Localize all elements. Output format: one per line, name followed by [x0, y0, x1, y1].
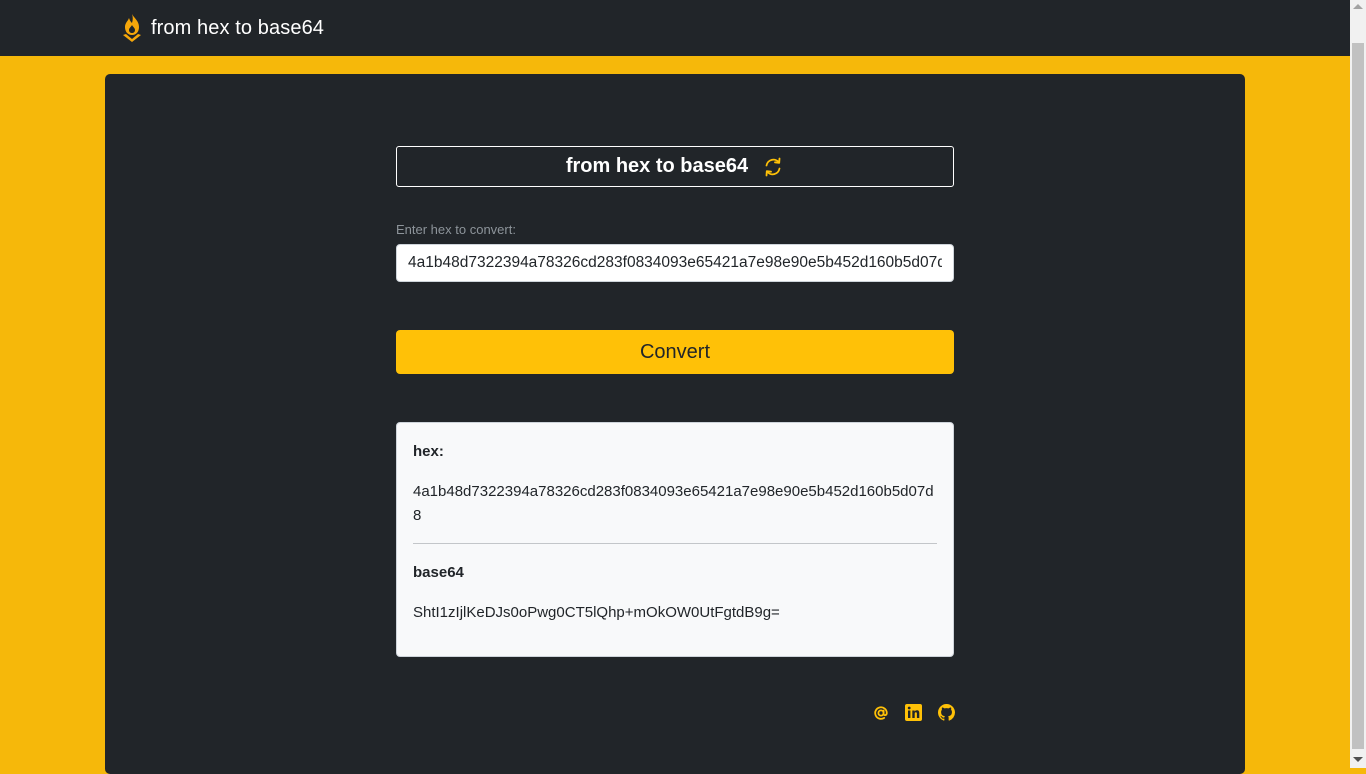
social-links	[873, 704, 955, 721]
result-hex-label: hex:	[413, 443, 444, 460]
scrollbar-thumb[interactable]	[1352, 43, 1364, 749]
result-panel: hex: 4a1b48d7322394a78326cd283f0834093e6…	[396, 422, 954, 657]
hex-input[interactable]	[396, 244, 954, 282]
converter-title-box: from hex to base64	[396, 146, 954, 187]
scroll-up-arrow-icon[interactable]	[1353, 4, 1363, 9]
at-email-icon[interactable]	[873, 705, 889, 721]
result-base64-value: ShtI1zIjlKeDJs0oPwg0CT5lQhp+mOkOW0UtFgtd…	[413, 604, 780, 621]
linkedin-icon[interactable]	[905, 704, 922, 721]
brand-title: from hex to base64	[151, 16, 325, 39]
scroll-down-arrow-icon[interactable]	[1353, 757, 1363, 762]
converter-title: from hex to base64	[565, 155, 749, 177]
convert-button[interactable]: Convert	[396, 330, 954, 374]
flame-logo-icon	[121, 13, 143, 43]
result-base64-label: base64	[413, 564, 464, 581]
result-divider	[413, 543, 937, 544]
hex-input-label: Enter hex to convert:	[396, 222, 516, 237]
navbar-brand[interactable]: from hex to base64	[121, 13, 324, 43]
github-icon[interactable]	[938, 704, 955, 721]
result-hex-value: 4a1b48d7322394a78326cd283f0834093e65421a…	[413, 483, 934, 524]
navbar: from hex to base64	[0, 0, 1350, 56]
swap-arrows-icon[interactable]	[762, 156, 784, 178]
